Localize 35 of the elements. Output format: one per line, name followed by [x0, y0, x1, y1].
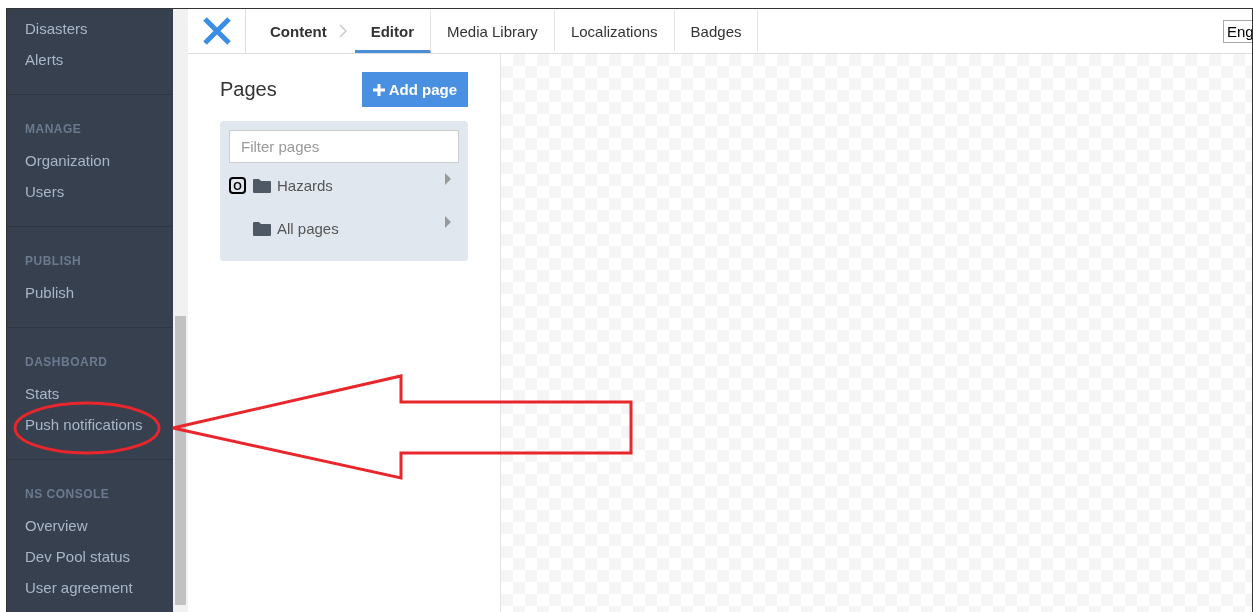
scrollbar-thumb[interactable]: [175, 316, 186, 605]
plus-icon: [372, 83, 385, 96]
tree-item[interactable]: All pages: [277, 220, 445, 237]
nav-tab[interactable]: Badges: [674, 9, 759, 53]
section-heading: NS CONSOLE: [24, 486, 111, 503]
expand-arrow-icon[interactable]: [445, 216, 451, 228]
section-heading: DASHBOARD: [24, 354, 109, 371]
section-heading: PUBLISH: [24, 253, 83, 270]
cross-logo-icon[interactable]: [201, 17, 232, 45]
nav-tab[interactable]: Editor: [354, 9, 431, 53]
nav-tab[interactable]: Localizations: [554, 9, 675, 53]
filter-field[interactable]: Filter pages: [229, 130, 459, 163]
sidebar-item[interactable]: Organization: [7, 145, 173, 176]
tree-item[interactable]: Hazards: [277, 177, 445, 194]
scrollbar[interactable]: [173, 9, 188, 612]
sidebar-item[interactable]: Users: [7, 176, 173, 207]
section-heading: MANAGE: [24, 121, 83, 138]
sidebar-item[interactable]: User agreement: [7, 572, 173, 603]
letter-badge: O: [229, 177, 246, 194]
sidebar-item[interactable]: Alerts: [7, 44, 173, 75]
sidebar-item[interactable]: Stats: [7, 378, 173, 409]
breadcrumb-link[interactable]: Content: [254, 9, 331, 53]
language-select[interactable]: Eng: [1223, 19, 1252, 43]
nav-tab[interactable]: Media Library: [431, 9, 555, 53]
sidebar-item[interactable]: Dev Pool status: [7, 541, 173, 572]
pages-title: Pages: [220, 78, 277, 101]
sidebar-item[interactable]: Disasters: [7, 13, 173, 44]
chevron-icon: [338, 24, 347, 38]
folder-icon: [253, 178, 271, 193]
folder-icon: [253, 221, 271, 236]
sidebar-item[interactable]: Push notifications: [7, 409, 173, 440]
sidebar-item[interactable]: Overview: [7, 510, 173, 541]
sidebar-item[interactable]: Publish: [7, 277, 173, 308]
add-page-button[interactable]: Add page: [361, 72, 468, 107]
expand-arrow-icon[interactable]: [445, 173, 451, 185]
